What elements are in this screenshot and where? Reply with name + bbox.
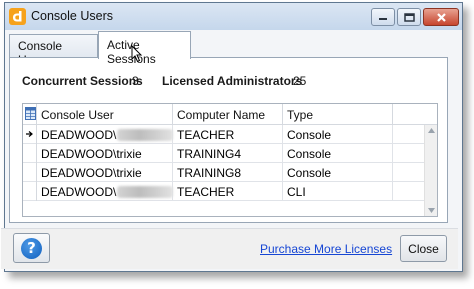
row-selector[interactable]	[23, 125, 37, 144]
cell-console-user: DEADWOOD\	[37, 182, 174, 201]
title-bar[interactable]: Console Users	[5, 3, 462, 30]
sessions-table: Console User Computer Name Type DEADWOOD…	[22, 103, 438, 217]
column-header-console-user[interactable]: Console User	[37, 104, 173, 125]
cell-type: Console	[283, 125, 393, 144]
column-chooser-button[interactable]	[23, 104, 37, 125]
cell-computer-name: TEACHER	[173, 125, 283, 144]
help-button[interactable]: ?	[13, 233, 50, 263]
close-icon	[436, 12, 446, 22]
column-header-type[interactable]: Type	[283, 104, 393, 125]
cell-computer-name: TRAINING4	[173, 144, 283, 163]
close-button[interactable]: Close	[400, 235, 447, 262]
scroll-down-icon[interactable]	[428, 208, 435, 213]
help-icon: ?	[21, 237, 42, 259]
tab-console-users[interactable]: Console Users	[9, 34, 98, 67]
vertical-scrollbar[interactable]	[424, 125, 437, 216]
column-chooser-icon	[25, 107, 36, 120]
window-title: Console Users	[31, 9, 113, 23]
current-row-arrow-icon	[26, 131, 33, 137]
table-row[interactable]: DEADWOOD\ TEACHER CLI	[23, 182, 425, 201]
scroll-up-icon[interactable]	[428, 128, 435, 133]
licensed-administrators-value: 25	[293, 74, 307, 88]
minimize-button[interactable]	[371, 8, 395, 26]
table-row[interactable]: DEADWOOD\ TEACHER Console	[23, 125, 425, 144]
tab-active-sessions[interactable]: Active Sessions	[98, 31, 191, 66]
table-row[interactable]: DEADWOOD\trixie TRAINING4 Console	[23, 144, 425, 163]
table-row[interactable]: DEADWOOD\trixie TRAINING8 Console	[23, 163, 425, 182]
maximize-button[interactable]	[397, 8, 421, 26]
purchase-more-licenses-link[interactable]: Purchase More Licenses	[260, 242, 392, 256]
redacted-username	[117, 186, 174, 198]
concurrent-sessions-label: Concurrent Sessions	[22, 74, 143, 88]
cell-computer-name: TRAINING8	[173, 163, 283, 182]
app-logo-icon	[9, 8, 26, 25]
redacted-username	[117, 129, 174, 141]
cell-type: Console	[283, 163, 393, 182]
cell-console-user: DEADWOOD\	[37, 125, 174, 144]
concurrent-sessions-value: 3	[132, 74, 139, 88]
row-selector[interactable]	[23, 182, 37, 201]
row-selector[interactable]	[23, 163, 37, 182]
maximize-icon	[403, 12, 415, 22]
cell-type: Console	[283, 144, 393, 163]
minimize-icon	[379, 18, 387, 20]
cell-console-user: DEADWOOD\trixie	[37, 144, 173, 163]
table-header: Console User Computer Name Type	[23, 104, 437, 125]
licensed-administrators-label: Licensed Administrators	[162, 74, 303, 88]
cell-console-user: DEADWOOD\trixie	[37, 163, 173, 182]
row-selector[interactable]	[23, 144, 37, 163]
window-close-button[interactable]	[423, 8, 459, 26]
mouse-cursor-icon	[131, 45, 143, 63]
cell-computer-name: TEACHER	[173, 182, 283, 201]
column-header-computer-name[interactable]: Computer Name	[173, 104, 283, 125]
cell-type: CLI	[283, 182, 393, 201]
